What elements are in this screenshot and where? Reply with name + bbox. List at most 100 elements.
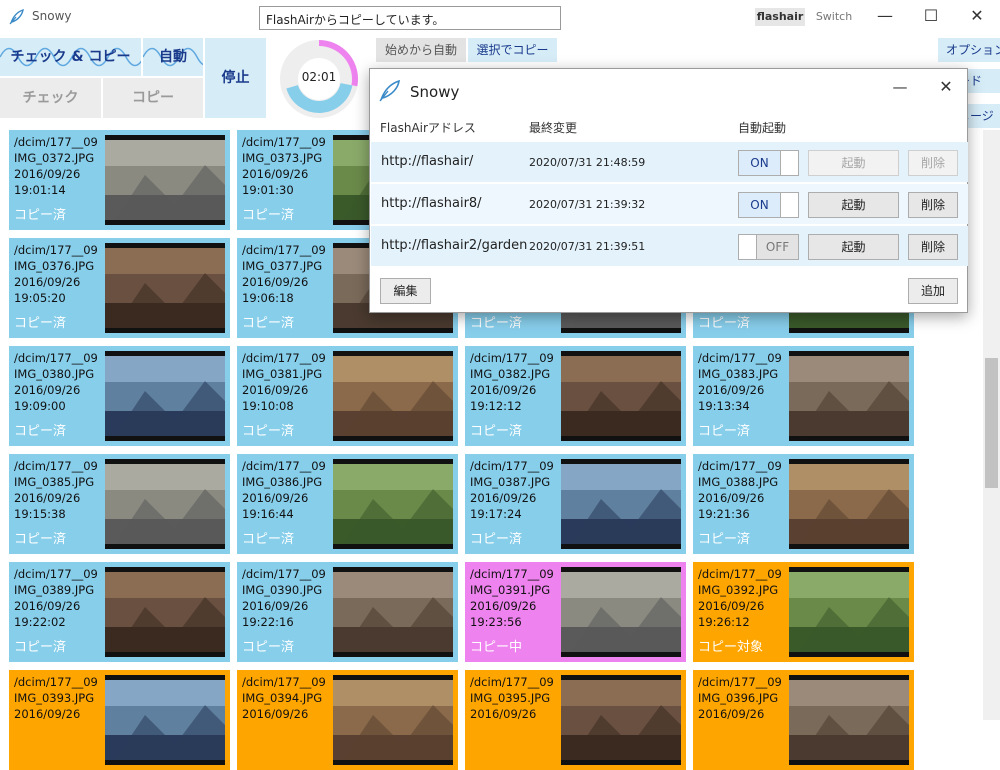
file-folder: /dcim/177__09 bbox=[242, 243, 326, 257]
file-tile[interactable]: /dcim/177__09 IMG_0381.JPG 2016/09/26 19:10… bbox=[237, 346, 458, 446]
profile-switch-tab[interactable]: Switch bbox=[812, 8, 856, 26]
address-row[interactable]: http://flashair8/ 2020/07/31 21:39:32 ON… bbox=[371, 184, 968, 224]
photo-thumbnail bbox=[561, 567, 681, 657]
file-info: /dcim/177__09 IMG_0392.JPG 2016/09/26 19:26… bbox=[698, 566, 790, 630]
photo-thumbnail bbox=[561, 675, 681, 765]
address-text: http://flashair2/garden bbox=[381, 238, 528, 253]
file-tile[interactable]: /dcim/177__09 IMG_0390.JPG 2016/09/26 19:22… bbox=[237, 562, 458, 662]
file-tile[interactable]: /dcim/177__09 IMG_0396.JPG 2016/09/26 bbox=[693, 670, 914, 770]
file-folder: /dcim/177__09 bbox=[14, 243, 98, 257]
edit-button[interactable]: 編集 bbox=[380, 278, 431, 304]
address-row[interactable]: http://flashair2/garden 2020/07/31 21:39… bbox=[371, 226, 968, 266]
options-tab[interactable]: オプション bbox=[938, 38, 1000, 62]
file-tile[interactable]: /dcim/177__09 IMG_0388.JPG 2016/09/26 19:21… bbox=[693, 454, 914, 554]
start-button[interactable]: 起動 bbox=[808, 234, 899, 260]
photo-thumbnail bbox=[561, 459, 681, 549]
stop-button[interactable]: 停止 bbox=[205, 38, 266, 118]
file-tile[interactable]: /dcim/177__09 IMG_0387.JPG 2016/09/26 19:17… bbox=[465, 454, 686, 554]
file-tile[interactable]: /dcim/177__09 IMG_0392.JPG 2016/09/26 19:26… bbox=[693, 562, 914, 662]
photo-thumbnail bbox=[333, 567, 453, 657]
copy-selected-button[interactable]: 選択でコピー bbox=[468, 38, 557, 62]
file-name: IMG_0386.JPG bbox=[242, 475, 323, 489]
dialog-minimize-icon[interactable]: — bbox=[888, 75, 912, 99]
file-info: /dcim/177__09 IMG_0372.JPG 2016/09/26 19:01… bbox=[14, 134, 106, 198]
file-date: 2016/09/26 bbox=[14, 275, 81, 289]
start-button[interactable]: 起動 bbox=[808, 150, 899, 176]
maximize-icon[interactable]: ☐ bbox=[908, 0, 954, 32]
delete-button[interactable]: 削除 bbox=[908, 150, 958, 176]
photo-thumbnail bbox=[105, 135, 225, 225]
file-tile[interactable]: /dcim/177__09 IMG_0389.JPG 2016/09/26 19:22… bbox=[9, 562, 230, 662]
file-info: /dcim/177__09 IMG_0390.JPG 2016/09/26 19:22… bbox=[242, 566, 334, 630]
file-tile[interactable]: /dcim/177__09 IMG_0372.JPG 2016/09/26 19:01… bbox=[9, 130, 230, 230]
file-info: /dcim/177__09 IMG_0394.JPG 2016/09/26 bbox=[242, 674, 334, 722]
scrollbar-thumb[interactable] bbox=[985, 358, 998, 488]
file-folder: /dcim/177__09 bbox=[14, 351, 98, 365]
file-info: /dcim/177__09 IMG_0377.JPG 2016/09/26 19:06… bbox=[242, 242, 334, 306]
start-button[interactable]: 起動 bbox=[808, 192, 899, 218]
auto-start-toggle[interactable]: ON bbox=[738, 150, 799, 176]
file-folder: /dcim/177__09 bbox=[698, 459, 782, 473]
file-time: 19:01:30 bbox=[242, 183, 294, 197]
file-folder: /dcim/177__09 bbox=[242, 675, 326, 689]
title-bar: Snowy FlashAirからコピーしています。 flashair Switc… bbox=[0, 0, 1000, 34]
file-time: 19:21:36 bbox=[698, 507, 750, 521]
toggle-label: ON bbox=[739, 193, 781, 217]
file-date: 2016/09/26 bbox=[242, 167, 309, 181]
close-icon[interactable]: ✕ bbox=[954, 0, 1000, 32]
file-time: 19:22:16 bbox=[242, 615, 294, 629]
file-name: IMG_0388.JPG bbox=[698, 475, 779, 489]
file-tile[interactable]: /dcim/177__09 IMG_0386.JPG 2016/09/26 19:16… bbox=[237, 454, 458, 554]
photo-thumbnail bbox=[333, 351, 453, 441]
check-button[interactable]: チェック bbox=[0, 78, 101, 118]
file-folder: /dcim/177__09 bbox=[698, 567, 782, 581]
file-name: IMG_0383.JPG bbox=[698, 367, 779, 381]
file-status: コピー済 bbox=[14, 316, 67, 331]
file-name: IMG_0372.JPG bbox=[14, 151, 95, 165]
auto-start-toggle[interactable]: ON bbox=[738, 192, 799, 218]
photo-thumbnail bbox=[105, 243, 225, 333]
file-tile[interactable]: /dcim/177__09 IMG_0385.JPG 2016/09/26 19:15… bbox=[9, 454, 230, 554]
file-folder: /dcim/177__09 bbox=[242, 459, 326, 473]
file-tile[interactable]: /dcim/177__09 IMG_0376.JPG 2016/09/26 19:05… bbox=[9, 238, 230, 338]
dialog-close-icon[interactable]: ✕ bbox=[934, 75, 958, 99]
photo-thumbnail bbox=[105, 567, 225, 657]
address-row[interactable]: http://flashair/ 2020/07/31 21:48:59 ON … bbox=[371, 142, 968, 182]
minimize-icon[interactable]: — bbox=[862, 0, 908, 32]
file-status: コピー済 bbox=[470, 532, 523, 547]
file-folder: /dcim/177__09 bbox=[470, 351, 554, 365]
delete-button[interactable]: 削除 bbox=[908, 234, 958, 260]
file-date: 2016/09/26 bbox=[242, 599, 309, 613]
file-time: 19:05:20 bbox=[14, 291, 66, 305]
file-date: 2016/09/26 bbox=[470, 383, 537, 397]
file-status: コピー済 bbox=[242, 208, 295, 223]
photo-thumbnail bbox=[789, 351, 909, 441]
delete-button[interactable]: 削除 bbox=[908, 192, 958, 218]
file-info: /dcim/177__09 IMG_0393.JPG 2016/09/26 bbox=[14, 674, 106, 722]
file-tile[interactable]: /dcim/177__09 IMG_0394.JPG 2016/09/26 bbox=[237, 670, 458, 770]
file-tile[interactable]: /dcim/177__09 IMG_0383.JPG 2016/09/26 19:13… bbox=[693, 346, 914, 446]
file-tile[interactable]: /dcim/177__09 IMG_0380.JPG 2016/09/26 19:09… bbox=[9, 346, 230, 446]
auto-start-toggle[interactable]: OFF bbox=[738, 234, 799, 260]
add-button[interactable]: 追加 bbox=[908, 278, 958, 304]
photo-thumbnail bbox=[105, 459, 225, 549]
auto-from-start-button[interactable]: 始めから自動 bbox=[376, 38, 466, 62]
auto-button[interactable]: 自動 bbox=[143, 38, 203, 76]
file-tile[interactable]: /dcim/177__09 IMG_0395.JPG 2016/09/26 bbox=[465, 670, 686, 770]
modified-text: 2020/07/31 21:39:32 bbox=[529, 198, 646, 211]
copy-button[interactable]: コピー bbox=[103, 78, 203, 118]
file-info: /dcim/177__09 IMG_0376.JPG 2016/09/26 19:05… bbox=[14, 242, 106, 306]
check-and-copy-button[interactable]: チェック & コピー bbox=[0, 38, 141, 76]
auto-label: 自動 bbox=[159, 49, 187, 65]
profile-flashair-tab[interactable]: flashair bbox=[755, 8, 805, 26]
file-time: 19:12:12 bbox=[470, 399, 522, 413]
file-name: IMG_0392.JPG bbox=[698, 583, 779, 597]
file-date: 2016/09/26 bbox=[14, 599, 81, 613]
file-folder: /dcim/177__09 bbox=[242, 351, 326, 365]
file-info: /dcim/177__09 IMG_0385.JPG 2016/09/26 19:15… bbox=[14, 458, 106, 522]
file-tile[interactable]: /dcim/177__09 IMG_0391.JPG 2016/09/26 19:23… bbox=[465, 562, 686, 662]
file-date: 2016/09/26 bbox=[14, 383, 81, 397]
file-tile[interactable]: /dcim/177__09 IMG_0393.JPG 2016/09/26 bbox=[9, 670, 230, 770]
file-tile[interactable]: /dcim/177__09 IMG_0382.JPG 2016/09/26 19:12… bbox=[465, 346, 686, 446]
file-time: 19:26:12 bbox=[698, 615, 750, 629]
